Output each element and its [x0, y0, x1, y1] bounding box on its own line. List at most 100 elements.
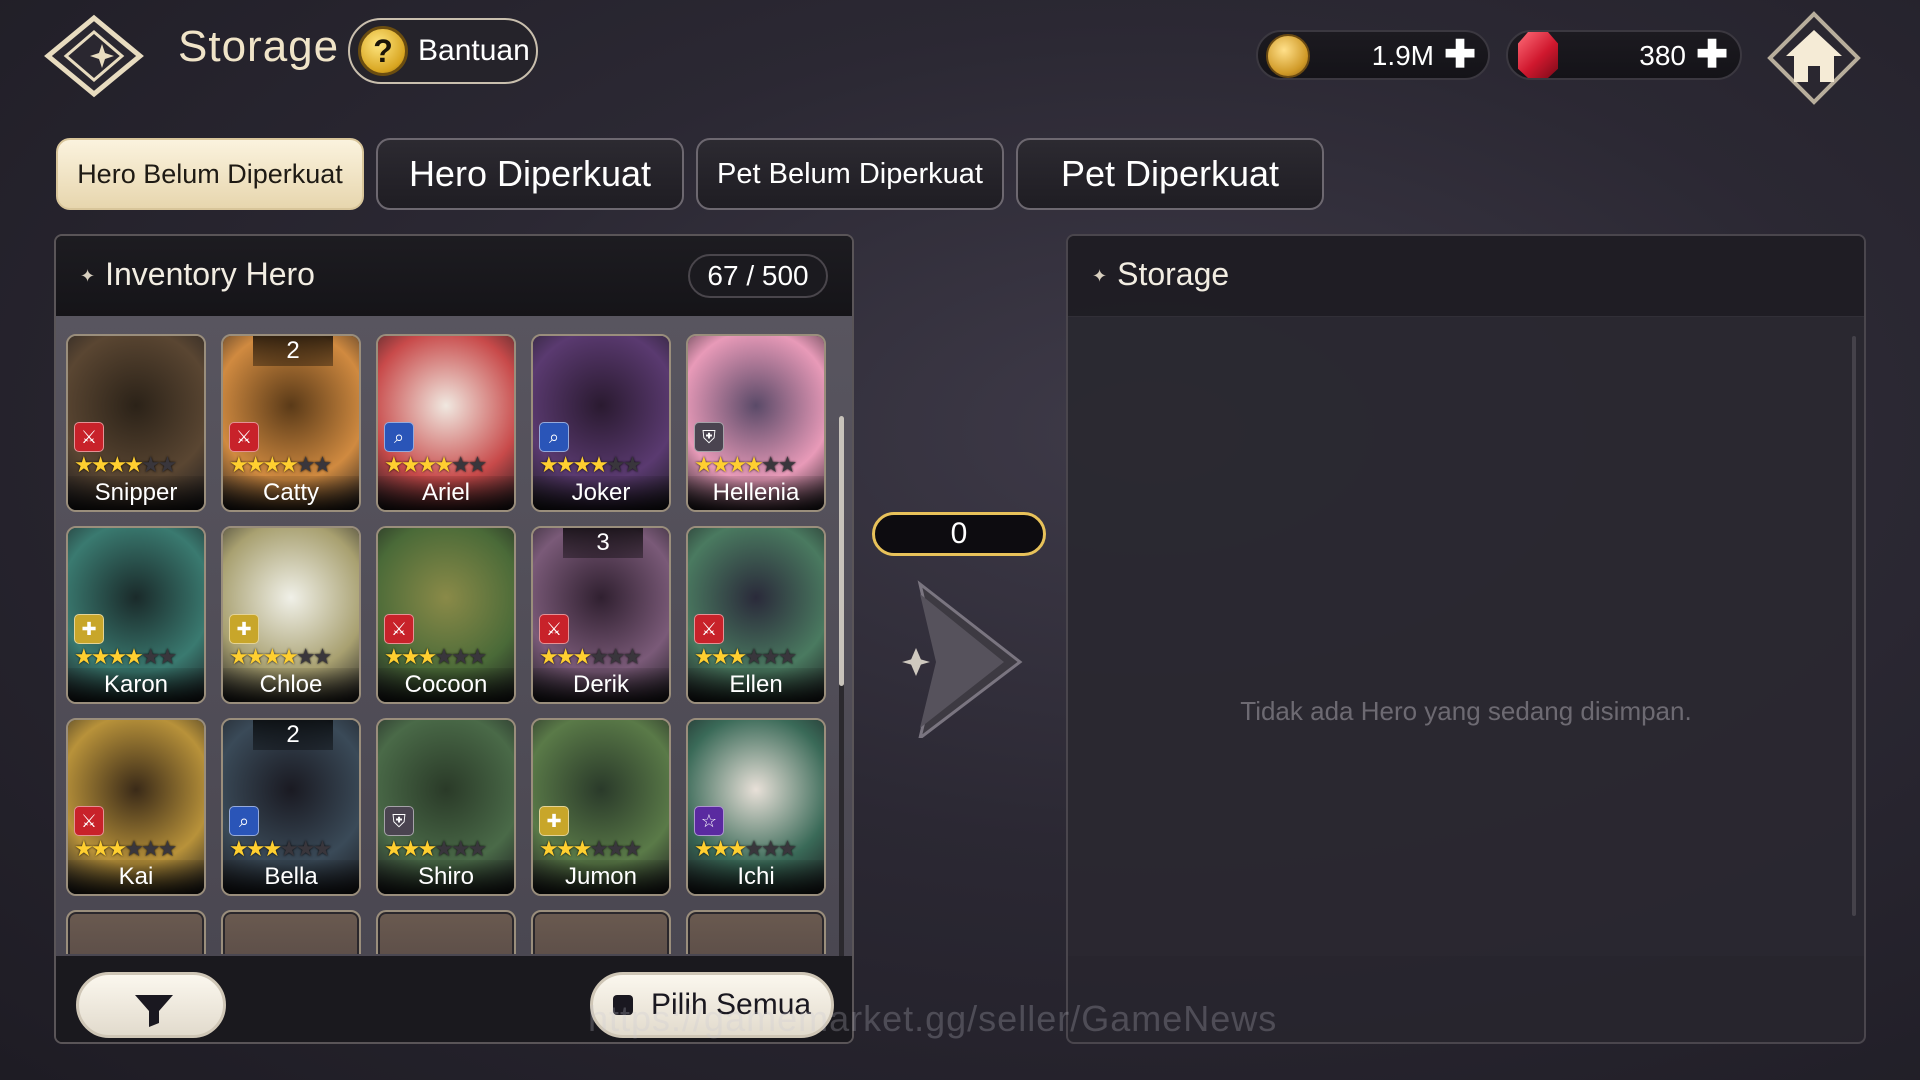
hero-name: Ellen: [688, 668, 824, 702]
hero-star-rating: ★★★★★★: [229, 644, 332, 669]
hero-star-rating: ★★★★★★: [384, 644, 487, 669]
magnifier-class-icon: ⌕: [384, 422, 414, 452]
magnifier-class-icon: ⌕: [229, 806, 259, 836]
hero-name: Snipper: [68, 476, 204, 510]
hero-card[interactable]: ⚔ ★★★★★★ Kai: [66, 718, 206, 896]
hero-card[interactable]: ⌕ ★★★★★★ Joker: [531, 334, 671, 512]
hero-name: Karon: [68, 668, 204, 702]
hero-card[interactable]: ✚ ★★★★★★ Chloe: [221, 526, 361, 704]
transfer-arrow-button[interactable]: [880, 578, 1030, 738]
watermark: https://gamemarket.gg/seller/GameNews: [588, 998, 1278, 1039]
hero-name: Chloe: [223, 668, 359, 702]
inventory-scrollbar[interactable]: [839, 416, 844, 996]
sword-class-icon: ⚔: [384, 614, 414, 644]
hero-star-rating: ★★★★★★: [384, 452, 487, 477]
hero-name: Jumon: [533, 860, 669, 894]
gold-amount: 1.9M: [1371, 40, 1434, 71]
storage-panel: ✦ Storage Tidak ada Hero yang sedang disi…: [1066, 234, 1866, 1044]
hero-star-rating: ★★★★★★: [539, 644, 642, 669]
hero-star-rating: ★★★★★★: [229, 452, 332, 477]
hero-name: Catty: [223, 476, 359, 510]
hero-name: Shiro: [378, 860, 514, 894]
hero-card[interactable]: ⛨ ★★★★★★ Hellenia: [686, 334, 826, 512]
inventory-panel: ✦ Inventory Hero 67 / 500 ⚔ ★★★★★★ Snipper 2…: [54, 234, 854, 1044]
home-button[interactable]: [1766, 10, 1862, 106]
storage-title-text: Storage: [1117, 256, 1230, 292]
add-gold-button[interactable]: ✚: [1444, 34, 1476, 76]
cross-class-icon: ✚: [539, 806, 569, 836]
gold-currency: 1.9M ✚: [1256, 30, 1490, 80]
shield-class-icon: ⛨: [384, 806, 414, 836]
page-title: Storage: [178, 22, 340, 71]
cross-class-icon: ✚: [229, 614, 259, 644]
hero-star-rating: ★★★★★★: [74, 452, 177, 477]
hero-star-rating: ★★★★★★: [229, 836, 332, 861]
filter-button[interactable]: [76, 972, 226, 1038]
hero-star-rating: ★★★★★★: [694, 644, 797, 669]
hero-duplicate-count: 2: [253, 336, 333, 366]
hero-duplicate-count: 2: [253, 720, 333, 750]
hero-star-rating: ★★★★★★: [539, 452, 642, 477]
add-gem-button[interactable]: ✚: [1696, 34, 1728, 76]
hero-card[interactable]: ⛨ ★★★★★★ Shiro: [376, 718, 516, 896]
diamond-icon: ✦: [80, 266, 96, 287]
diamond-icon: ✦: [1092, 266, 1108, 287]
hero-card[interactable]: ✚ ★★★★★★ Jumon: [531, 718, 671, 896]
hero-name: Ichi: [688, 860, 824, 894]
hero-star-rating: ★★★★★★: [384, 836, 487, 861]
hero-name: Derik: [533, 668, 669, 702]
empty-storage-message: Tidak ada Hero yang sedang disimpan.: [1240, 696, 1692, 726]
magnifier-class-icon: ⌕: [539, 422, 569, 452]
tab-hero-locked[interactable]: Hero Diperkuat: [376, 138, 684, 210]
hero-card[interactable]: ✚ ★★★★★★ Karon: [66, 526, 206, 704]
tab-pet-unlocked[interactable]: Pet Belum Diperkuat: [696, 138, 1004, 210]
storage-scrollbar[interactable]: [1852, 336, 1856, 916]
sword-class-icon: ⚔: [74, 806, 104, 836]
hero-star-rating: ★★★★★★: [74, 644, 177, 669]
hero-card-partial[interactable]: [221, 910, 361, 954]
hero-star-rating: ★★★★★★: [694, 452, 797, 477]
star-class-icon: ☆: [694, 806, 724, 836]
hero-name: Hellenia: [688, 476, 824, 510]
sword-class-icon: ⚔: [539, 614, 569, 644]
hero-card[interactable]: ⚔ ★★★★★★ Cocoon: [376, 526, 516, 704]
hero-card[interactable]: 2 ⚔ ★★★★★★ Catty: [221, 334, 361, 512]
inventory-title: ✦ Inventory Hero: [80, 256, 315, 293]
hero-star-rating: ★★★★★★: [74, 836, 177, 861]
gem-amount: 380: [1639, 40, 1686, 71]
hero-card-partial[interactable]: [531, 910, 671, 954]
gem-currency: 380 ✚: [1506, 30, 1742, 80]
hero-grid: ⚔ ★★★★★★ Snipper 2 ⚔ ★★★★★★ Catty ⌕ ★★★★★★ Ariel ⌕…: [66, 334, 836, 954]
hero-card[interactable]: ⌕ ★★★★★★ Ariel: [376, 334, 516, 512]
storage-header: ✦ Storage: [1068, 236, 1864, 317]
help-button[interactable]: ? Bantuan: [348, 18, 538, 84]
sword-class-icon: ⚔: [229, 422, 259, 452]
hero-grid-area: ⚔ ★★★★★★ Snipper 2 ⚔ ★★★★★★ Catty ⌕ ★★★★★★ Ariel ⌕…: [56, 316, 852, 996]
hero-card-partial[interactable]: [66, 910, 206, 954]
storage-body: Tidak ada Hero yang sedang disimpan.: [1068, 316, 1864, 956]
hero-name: Kai: [68, 860, 204, 894]
scrollbar-thumb[interactable]: [839, 416, 844, 686]
tab-hero-unlocked[interactable]: Hero Belum Diperkuat: [56, 138, 364, 210]
cross-class-icon: ✚: [74, 614, 104, 644]
question-icon: ?: [358, 26, 408, 76]
hero-duplicate-count: 3: [563, 528, 643, 558]
back-button[interactable]: [44, 14, 144, 98]
hero-card[interactable]: 3 ⚔ ★★★★★★ Derik: [531, 526, 671, 704]
hero-card[interactable]: ⚔ ★★★★★★ Snipper: [66, 334, 206, 512]
hero-card-partial[interactable]: [376, 910, 516, 954]
hero-name: Joker: [533, 476, 669, 510]
hero-name: Ariel: [378, 476, 514, 510]
tab-pet-locked[interactable]: Pet Diperkuat: [1016, 138, 1324, 210]
sword-class-icon: ⚔: [74, 422, 104, 452]
hero-card[interactable]: ☆ ★★★★★★ Ichi: [686, 718, 826, 896]
storage-title: ✦ Storage: [1092, 256, 1229, 293]
help-label: Bantuan: [418, 34, 530, 67]
shield-class-icon: ⛨: [694, 422, 724, 452]
hero-card[interactable]: 2 ⌕ ★★★★★★ Bella: [221, 718, 361, 896]
hero-card[interactable]: ⚔ ★★★★★★ Ellen: [686, 526, 826, 704]
sword-class-icon: ⚔: [694, 614, 724, 644]
hero-name: Cocoon: [378, 668, 514, 702]
hero-card-partial[interactable]: [686, 910, 826, 954]
hero-star-rating: ★★★★★★: [539, 836, 642, 861]
